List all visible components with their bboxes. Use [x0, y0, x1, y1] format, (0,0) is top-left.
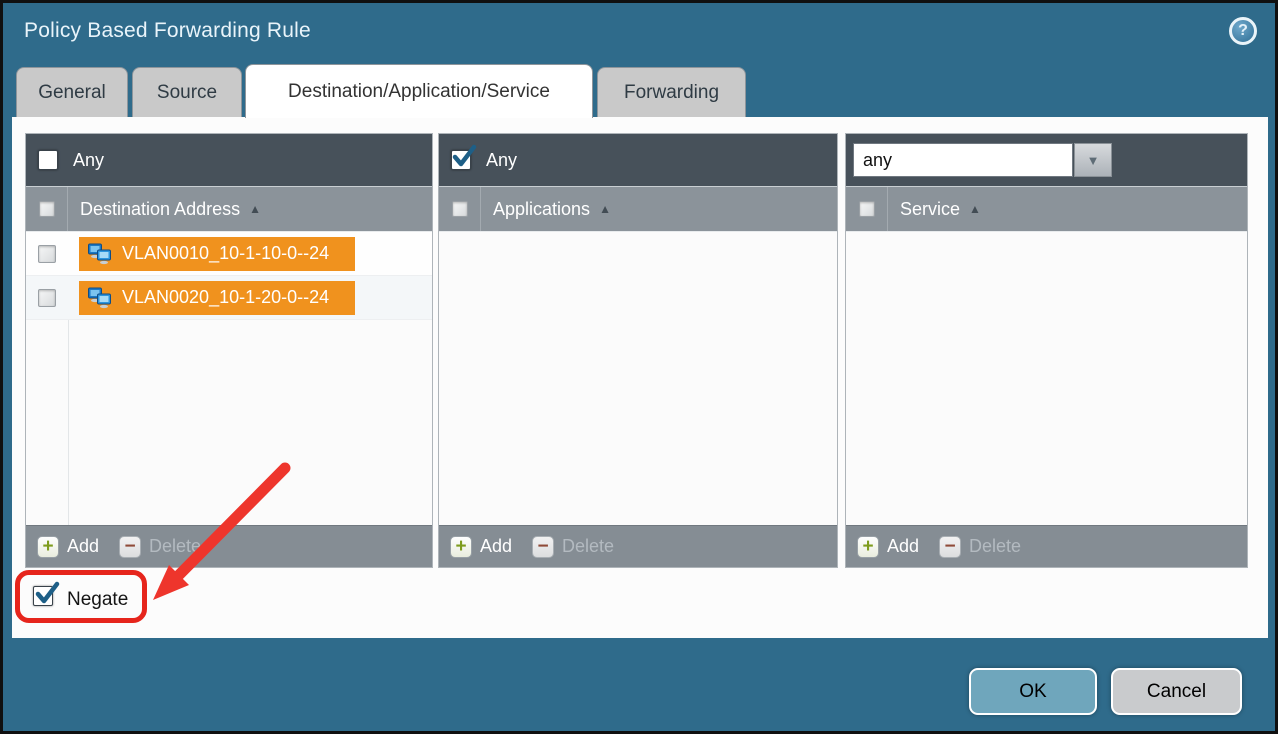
service-list	[846, 232, 1247, 525]
destination-list: VLAN0010_10-1-10-0--24	[26, 232, 432, 525]
service-dropdown: any ▼	[853, 143, 1112, 177]
add-plus-icon: +	[450, 536, 472, 558]
destination-any-header: Any	[26, 134, 432, 187]
destination-any-checkbox[interactable]	[38, 150, 58, 170]
applications-panel: Any Applications ▲ + Add −	[438, 133, 838, 568]
delete-button[interactable]: − Delete	[939, 536, 1021, 558]
tab-forwarding[interactable]: Forwarding	[597, 67, 746, 117]
address-object-chip[interactable]: VLAN0010_10-1-10-0--24	[79, 237, 355, 271]
network-object-icon	[87, 243, 113, 265]
add-label: Add	[67, 536, 99, 557]
destination-any-label: Any	[73, 150, 104, 171]
add-label: Add	[887, 536, 919, 557]
tab-content-area: Any Destination Address ▲	[12, 117, 1268, 638]
service-column-label: Service	[900, 199, 960, 220]
delete-button[interactable]: − Delete	[532, 536, 614, 558]
applications-any-label: Any	[486, 150, 517, 171]
row-checkbox[interactable]	[38, 245, 56, 263]
destination-column-header: Destination Address ▲	[26, 187, 432, 232]
destination-actions-bar: + Add − Delete	[26, 525, 432, 567]
delete-label: Delete	[969, 536, 1021, 557]
applications-list	[439, 232, 837, 525]
row-checkbox[interactable]	[38, 289, 56, 307]
checkmark-icon	[451, 144, 477, 170]
help-icon[interactable]: ?	[1229, 17, 1257, 45]
chevron-down-icon: ▼	[1087, 153, 1100, 168]
sort-asc-icon: ▲	[969, 202, 981, 216]
applications-column-label: Applications	[493, 199, 590, 220]
sort-asc-icon: ▲	[599, 202, 611, 216]
address-object-name: VLAN0010_10-1-10-0--24	[122, 243, 329, 264]
delete-label: Delete	[562, 536, 614, 557]
screenshot-canvas: Policy Based Forwarding Rule ? General S…	[0, 0, 1278, 734]
add-label: Add	[480, 536, 512, 557]
cancel-button[interactable]: Cancel	[1111, 668, 1242, 715]
add-button[interactable]: + Add	[857, 536, 919, 558]
service-dropdown-value[interactable]: any	[853, 143, 1073, 177]
add-plus-icon: +	[37, 536, 59, 558]
applications-actions-bar: + Add − Delete	[439, 525, 837, 567]
pbf-rule-dialog: Policy Based Forwarding Rule ? General S…	[3, 3, 1275, 731]
ok-button[interactable]: OK	[969, 668, 1097, 715]
tab-destination-application-service[interactable]: Destination/Application/Service	[245, 64, 593, 118]
service-selectall-checkbox[interactable]	[859, 201, 875, 217]
destination-selectall-checkbox[interactable]	[39, 201, 55, 217]
tab-source[interactable]: Source	[132, 67, 242, 117]
service-panel: any ▼ Service ▲ +	[845, 133, 1248, 568]
destination-address-panel: Any Destination Address ▲	[25, 133, 433, 568]
delete-label: Delete	[149, 536, 201, 557]
destination-column-label: Destination Address	[80, 199, 240, 220]
table-row: VLAN0010_10-1-10-0--24	[26, 232, 432, 276]
delete-minus-icon: −	[939, 536, 961, 558]
network-object-icon	[87, 287, 113, 309]
address-object-chip[interactable]: VLAN0020_10-1-20-0--24	[79, 281, 355, 315]
tab-general[interactable]: General	[16, 67, 128, 117]
delete-minus-icon: −	[119, 536, 141, 558]
sort-asc-icon: ▲	[249, 202, 261, 216]
delete-button[interactable]: − Delete	[119, 536, 201, 558]
add-button[interactable]: + Add	[37, 536, 99, 558]
service-actions-bar: + Add − Delete	[846, 525, 1247, 567]
applications-any-header: Any	[439, 134, 837, 187]
add-button[interactable]: + Add	[450, 536, 512, 558]
service-column-label-group[interactable]: Service ▲	[888, 199, 981, 220]
applications-column-label-group[interactable]: Applications ▲	[481, 199, 611, 220]
destination-column-label-group[interactable]: Destination Address ▲	[68, 199, 261, 220]
applications-selectall-checkbox[interactable]	[452, 201, 468, 217]
applications-any-checkbox[interactable]	[451, 150, 471, 170]
service-header: any ▼	[846, 134, 1247, 187]
negate-label: Negate	[67, 589, 128, 611]
dialog-title: Policy Based Forwarding Rule	[24, 19, 311, 43]
table-row: VLAN0020_10-1-20-0--24	[26, 276, 432, 320]
address-object-name: VLAN0020_10-1-20-0--24	[122, 287, 329, 308]
service-column-header: Service ▲	[846, 187, 1247, 232]
service-dropdown-button[interactable]: ▼	[1074, 143, 1112, 177]
applications-column-header: Applications ▲	[439, 187, 837, 232]
delete-minus-icon: −	[532, 536, 554, 558]
negate-checkbox[interactable]	[33, 586, 53, 606]
add-plus-icon: +	[857, 536, 879, 558]
